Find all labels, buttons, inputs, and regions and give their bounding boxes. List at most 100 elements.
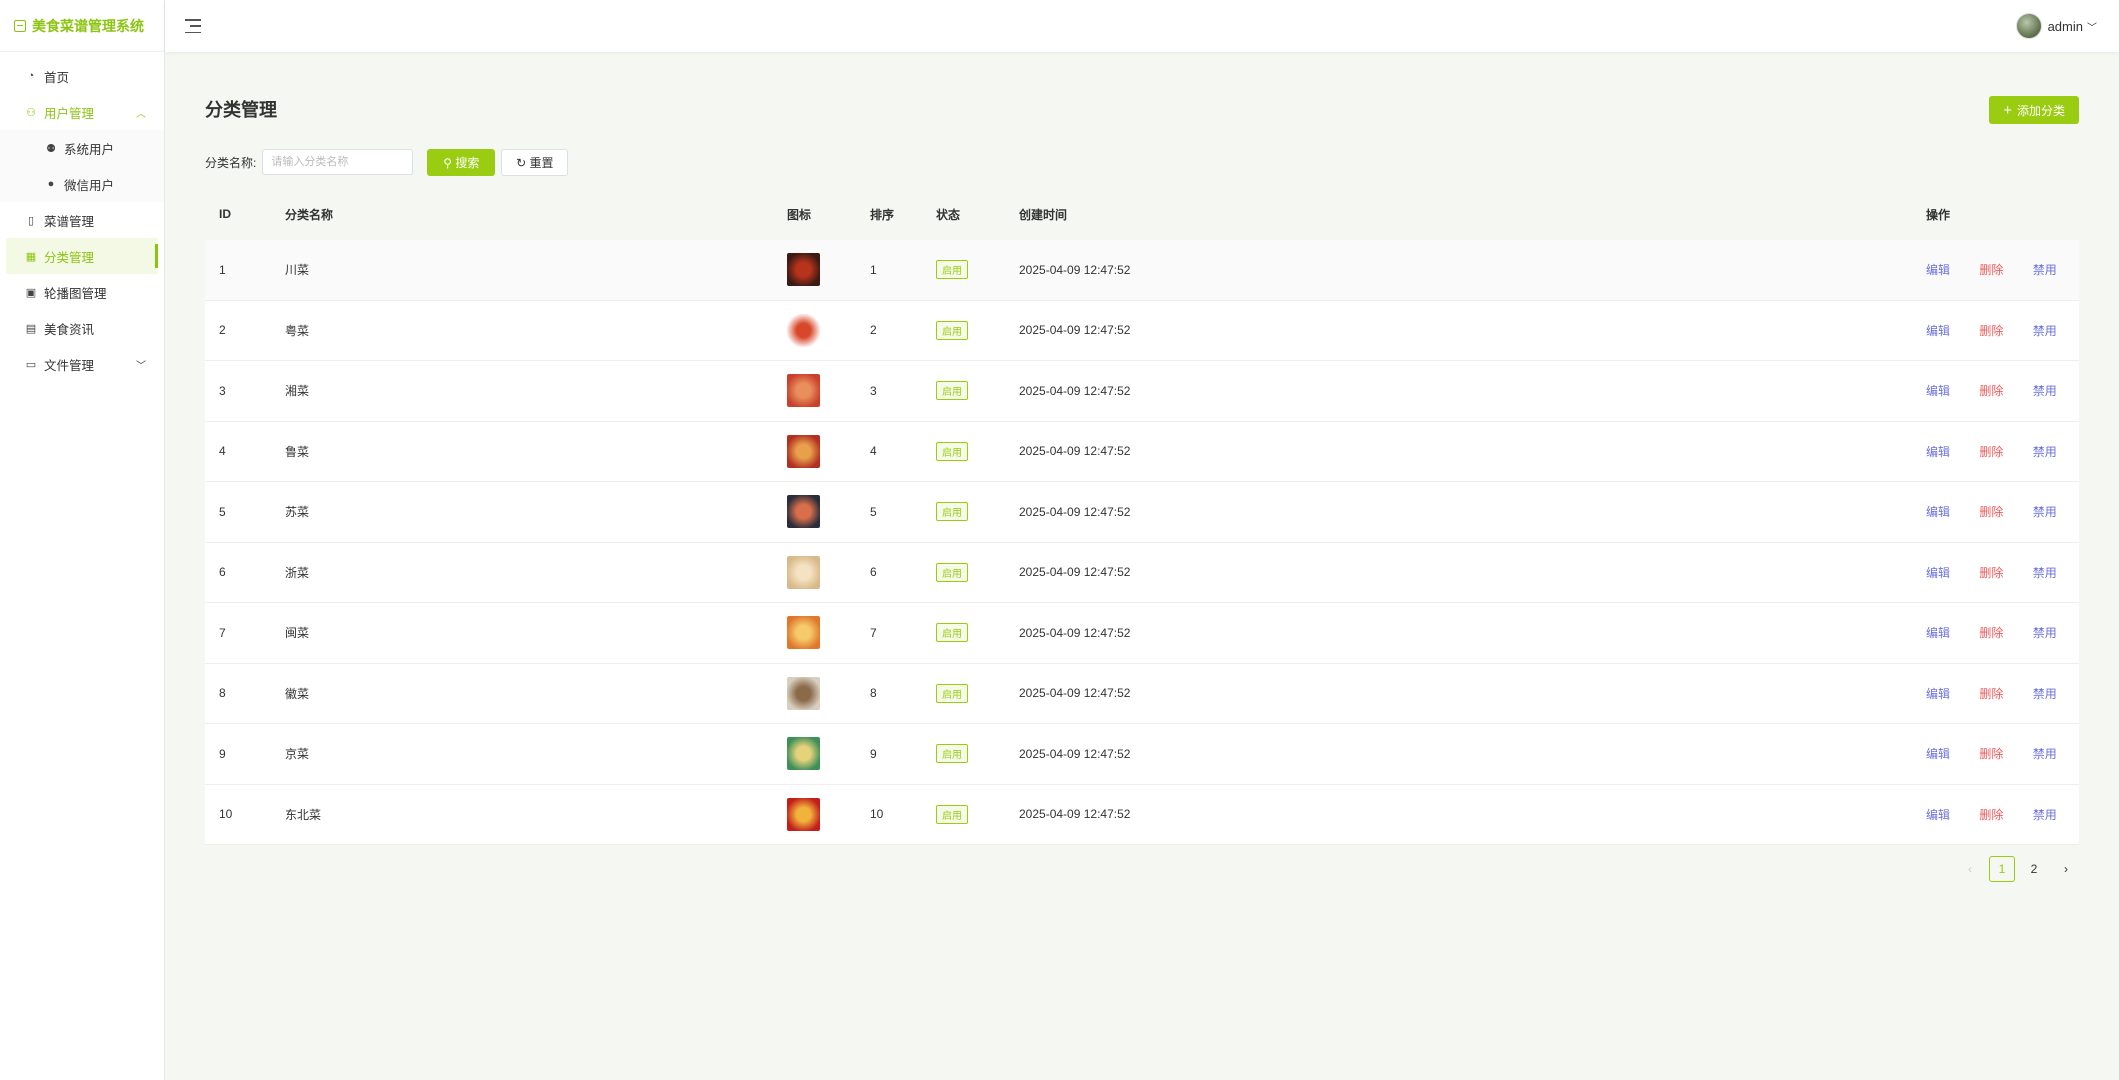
search-button[interactable]: ⚲ 搜索: [427, 148, 496, 176]
wechat-icon: ●: [47, 178, 55, 190]
sidebar-item-wechat-users[interactable]: ● 微信用户: [0, 166, 164, 202]
sidebar-item-label: 首页: [44, 70, 70, 85]
col-icon: 图标: [787, 207, 812, 222]
row-actions: 编辑 删除 禁用: [1926, 382, 2057, 399]
col-sort: 排序: [870, 207, 895, 222]
user-menu[interactable]: admin ﹀: [2015, 13, 2097, 39]
page-1[interactable]: 1: [1989, 856, 2015, 882]
delete-button[interactable]: 删除: [1979, 384, 2003, 398]
sidebar-item-carousel[interactable]: ▣ 轮播图管理: [0, 274, 164, 310]
table-row: 2 粤菜 2 启用 2025-04-09 12:47:52 编辑 删除 禁用: [205, 301, 2079, 361]
delete-button[interactable]: 删除: [1979, 445, 2003, 459]
delete-button[interactable]: 删除: [1979, 747, 2003, 761]
sidebar-item-files[interactable]: ▭ 文件管理 ﹀: [0, 346, 164, 382]
app-logo[interactable]: 美食菜谱管理系统: [0, 0, 164, 52]
cell-name: 东北菜: [285, 807, 322, 822]
cell-sort: 10: [870, 807, 884, 822]
delete-button[interactable]: 删除: [1979, 324, 2003, 338]
folder-icon: ▭: [25, 358, 37, 371]
edit-button[interactable]: 编辑: [1926, 505, 1950, 519]
col-name: 分类名称: [285, 207, 334, 222]
disable-button[interactable]: 禁用: [2033, 747, 2057, 761]
status-badge: 启用: [936, 441, 968, 461]
sidebar-item-label: 用户管理: [44, 106, 95, 121]
sidebar-item-recipes[interactable]: ▯ 菜谱管理: [0, 202, 164, 238]
delete-button[interactable]: 删除: [1979, 566, 2003, 580]
edit-button[interactable]: 编辑: [1926, 324, 1950, 338]
status-badge: 启用: [936, 320, 968, 340]
main-content: 分类管理 + 添加分类 分类名称: ⚲ 搜索 ↻ 重置 ID 分类名称 图标 排…: [205, 52, 2079, 882]
cell-name: 湘菜: [285, 384, 310, 399]
cell-created: 2025-04-09 12:47:52: [1019, 807, 1131, 822]
disable-button[interactable]: 禁用: [2033, 324, 2057, 338]
sidebar-item-label: 菜谱管理: [44, 214, 95, 229]
app-title: 美食菜谱管理系统: [32, 17, 144, 34]
chevron-down-icon: ﹀: [2087, 22, 2097, 34]
table-row: 6 浙菜 6 启用 2025-04-09 12:47:52 编辑 删除 禁用: [205, 543, 2079, 603]
cell-sort: 9: [870, 746, 877, 761]
book-icon: ▯: [27, 214, 35, 227]
search-label: 分类名称:: [205, 155, 257, 170]
delete-button[interactable]: 删除: [1979, 505, 2003, 519]
sidebar-item-user-management[interactable]: ⚇ 用户管理 ︿: [0, 94, 164, 130]
cell-sort: 7: [870, 625, 877, 640]
disable-button[interactable]: 禁用: [2033, 626, 2057, 640]
cell-created: 2025-04-09 12:47:52: [1019, 383, 1131, 398]
disable-button[interactable]: 禁用: [2033, 263, 2057, 277]
cell-name: 粤菜: [285, 323, 310, 338]
sidebar-menu: ◔ 首页 ⚇ 用户管理 ︿ ⚉ 系统用户 ● 微信用户 ▯ 菜谱管理 ▦ 分类管…: [0, 52, 164, 382]
title-row: 分类管理 + 添加分类: [205, 52, 2079, 132]
cell-sort: 4: [870, 444, 877, 459]
edit-button[interactable]: 编辑: [1926, 626, 1950, 640]
status-badge: 启用: [936, 683, 968, 703]
cell-id: 3: [219, 383, 226, 398]
row-actions: 编辑 删除 禁用: [1926, 806, 2057, 823]
delete-button[interactable]: 删除: [1979, 626, 2003, 640]
prev-page-icon[interactable]: ‹: [1957, 856, 1983, 882]
disable-button[interactable]: 禁用: [2033, 566, 2057, 580]
menu-fold-icon[interactable]: [185, 19, 201, 33]
edit-button[interactable]: 编辑: [1926, 263, 1950, 277]
disable-button[interactable]: 禁用: [2033, 505, 2057, 519]
cell-created: 2025-04-09 12:47:52: [1019, 625, 1131, 640]
row-actions: 编辑 删除 禁用: [1926, 564, 2057, 581]
category-image: [787, 434, 820, 468]
document-icon: ▤: [25, 322, 37, 335]
sidebar-item-label: 分类管理: [44, 250, 95, 265]
search-button-label: 搜索: [455, 155, 480, 170]
page-2[interactable]: 2: [2021, 856, 2047, 882]
avatar[interactable]: [2015, 13, 2042, 39]
edit-button[interactable]: 编辑: [1926, 808, 1950, 822]
disable-button[interactable]: 禁用: [2033, 687, 2057, 701]
status-badge: 启用: [936, 804, 968, 824]
chevron-up-icon: ︿: [136, 108, 146, 120]
cell-id: 9: [219, 746, 226, 761]
reset-button[interactable]: ↻ 重置: [501, 148, 569, 176]
disable-button[interactable]: 禁用: [2033, 808, 2057, 822]
delete-button[interactable]: 删除: [1979, 808, 2003, 822]
next-page-icon[interactable]: ›: [2053, 856, 2079, 882]
sidebar-item-home[interactable]: ◔ 首页: [0, 58, 164, 94]
status-badge: 启用: [936, 562, 968, 582]
status-badge: 启用: [936, 744, 968, 764]
cell-created: 2025-04-09 12:47:52: [1019, 444, 1131, 459]
sidebar-item-categories[interactable]: ▦ 分类管理: [6, 238, 158, 274]
disable-button[interactable]: 禁用: [2033, 445, 2057, 459]
sidebar-item-system-users[interactable]: ⚉ 系统用户: [0, 130, 164, 166]
edit-button[interactable]: 编辑: [1926, 747, 1950, 761]
cell-id: 1: [219, 262, 226, 277]
sidebar-item-label: 轮播图管理: [44, 286, 107, 301]
delete-button[interactable]: 删除: [1979, 687, 2003, 701]
sidebar-item-news[interactable]: ▤ 美食资讯: [0, 310, 164, 346]
add-category-button[interactable]: + 添加分类: [1989, 96, 2079, 124]
edit-button[interactable]: 编辑: [1926, 687, 1950, 701]
category-image: [787, 313, 820, 347]
delete-button[interactable]: 删除: [1979, 263, 2003, 277]
edit-button[interactable]: 编辑: [1926, 384, 1950, 398]
category-image: [787, 797, 820, 831]
table-row: 9 京菜 9 启用 2025-04-09 12:47:52 编辑 删除 禁用: [205, 724, 2079, 785]
edit-button[interactable]: 编辑: [1926, 566, 1950, 580]
disable-button[interactable]: 禁用: [2033, 384, 2057, 398]
edit-button[interactable]: 编辑: [1926, 445, 1950, 459]
category-name-input[interactable]: [262, 149, 414, 175]
